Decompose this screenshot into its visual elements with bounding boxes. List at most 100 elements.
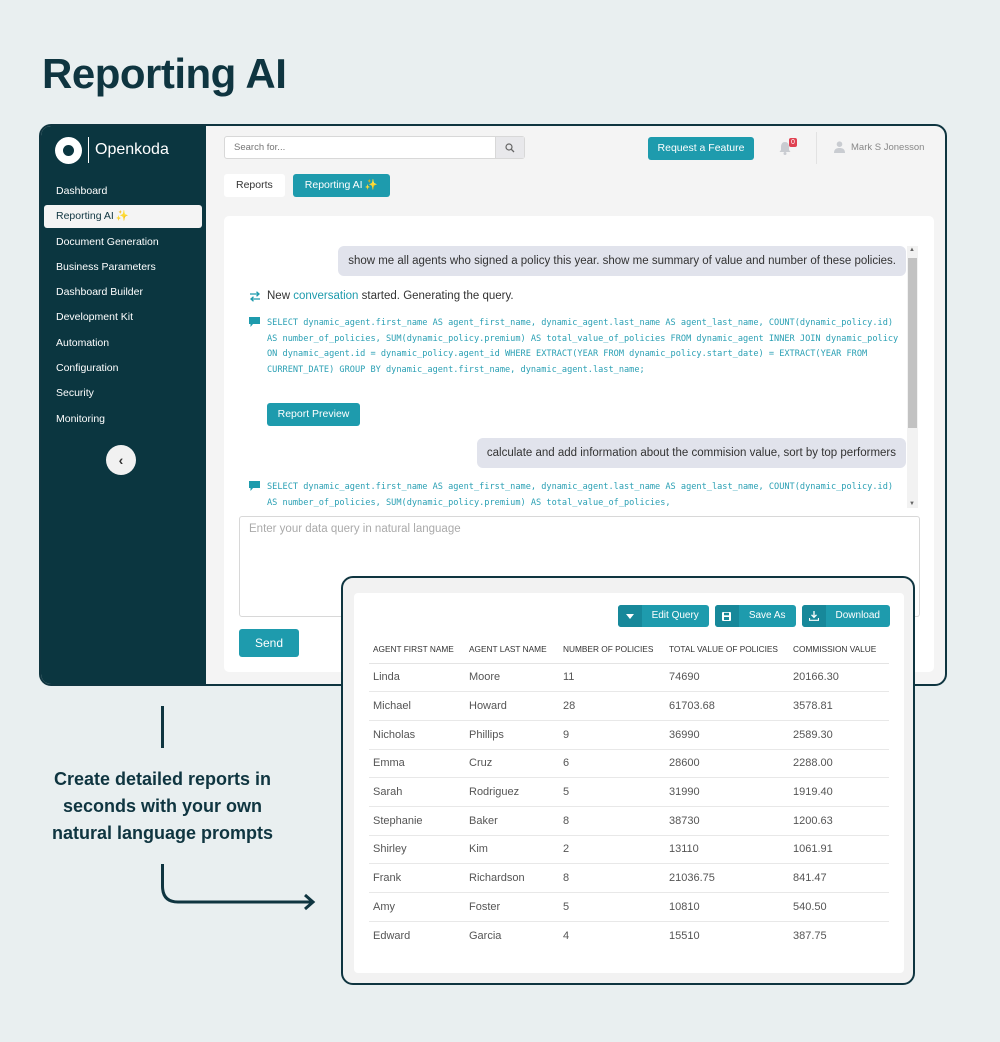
user-name: Mark S Jonesson	[851, 141, 925, 153]
caret-down-icon	[617, 605, 642, 627]
table-cell: 1919.40	[789, 777, 889, 807]
table-cell: 31990	[665, 777, 789, 807]
table-cell: Kim	[465, 835, 559, 865]
search-bar	[224, 136, 525, 159]
table-cell: 61703.68	[665, 691, 789, 721]
search-button[interactable]	[495, 137, 524, 158]
sidebar-item-monitoring[interactable]: Monitoring	[44, 408, 202, 431]
sidebar-nav: Dashboard Reporting AI ✨ Document Generat…	[41, 180, 206, 433]
sidebar-item-label: Development Kit	[56, 311, 134, 324]
sidebar-item-security[interactable]: Security	[44, 382, 202, 405]
column-header[interactable]: COMMISSION VALUE	[789, 635, 889, 664]
system-message: New conversation started. Generating the…	[249, 290, 514, 302]
column-header[interactable]: AGENT FIRST NAME	[369, 635, 465, 664]
table-cell: Rodriguez	[465, 777, 559, 807]
sidebar-item-document-generation[interactable]: Document Generation	[44, 231, 202, 254]
table-row[interactable]: Nicholas Phillips 9 36990 2589.30	[369, 720, 889, 750]
table-cell: Emma	[369, 749, 465, 779]
column-header[interactable]: TOTAL VALUE OF POLICIES	[665, 635, 789, 664]
sidebar-item-business-parameters[interactable]: Business Parameters	[44, 256, 202, 279]
sidebar-item-label: Document Generation	[56, 235, 159, 248]
column-header[interactable]: AGENT LAST NAME	[465, 635, 559, 664]
sidebar-item-dashboard[interactable]: Dashboard	[44, 180, 202, 203]
chat-bubble-icon	[249, 317, 260, 327]
save-as-button[interactable]: Save As	[714, 605, 796, 627]
sidebar-item-label: Dashboard Builder	[56, 286, 143, 299]
connector-line	[161, 706, 164, 748]
download-button[interactable]: Download	[801, 605, 890, 627]
table-cell: Cruz	[465, 749, 559, 779]
table-cell: 74690	[665, 663, 789, 693]
user-menu[interactable]: Mark S Jonesson	[834, 141, 924, 153]
table-row[interactable]: Sarah Rodriguez 5 31990 1919.40	[369, 777, 889, 807]
sidebar-item-label: Dashboard	[56, 185, 108, 197]
sidebar-item-dashboard-builder[interactable]: Dashboard Builder	[44, 281, 202, 304]
table-row[interactable]: Shirley Kim 2 13110 1061.91	[369, 835, 889, 865]
table-cell: Frank	[369, 863, 465, 893]
sidebar: Openkoda Dashboard Reporting AI ✨ Documen…	[41, 126, 206, 684]
arrow-right-icon	[161, 864, 316, 911]
sql-query-text: SELECT dynamic_agent.first_name AS agent…	[267, 318, 899, 375]
sparkle-icon: ✨	[115, 210, 129, 223]
table-cell: Stephanie	[369, 806, 465, 836]
brand-name: Openkoda	[95, 141, 169, 158]
column-header[interactable]: NUMBER OF POLICIES	[559, 635, 665, 664]
table-row[interactable]: Edward Garcia 4 15510 387.75	[369, 921, 889, 950]
sidebar-item-configuration[interactable]: Configuration	[44, 357, 202, 380]
table-cell: 2	[559, 835, 665, 865]
table-cell: 540.50	[789, 892, 889, 922]
user-message: calculate and add information about the …	[476, 438, 906, 468]
table-row[interactable]: Frank Richardson 8 21036.75 841.47	[369, 863, 889, 893]
search-input[interactable]	[225, 137, 495, 158]
download-label: Download	[835, 610, 880, 621]
table-cell: Moore	[465, 663, 559, 693]
table-cell: 1200.63	[789, 806, 889, 836]
send-button[interactable]: Send	[239, 629, 299, 657]
table-cell: 21036.75	[665, 863, 789, 893]
download-icon	[801, 605, 826, 627]
table-row[interactable]: Emma Cruz 6 28600 2288.00	[369, 749, 889, 779]
report-preview-button[interactable]: Report Preview	[267, 403, 360, 426]
chat-bubble-icon	[249, 481, 260, 491]
scroll-up-arrow-icon[interactable]: ▲	[909, 247, 915, 253]
logo[interactable]: Openkoda	[55, 136, 169, 164]
sidebar-item-reporting-ai[interactable]: Reporting AI ✨	[44, 205, 202, 229]
system-message-suffix: started. Generating the query.	[361, 290, 514, 302]
table-row[interactable]: Amy Foster 5 10810 540.50	[369, 892, 889, 922]
table-cell: Michael	[369, 691, 465, 721]
sidebar-item-label: Business Parameters	[56, 260, 156, 273]
table-cell: Sarah	[369, 777, 465, 807]
edit-query-label: Edit Query	[651, 610, 699, 621]
scroll-down-arrow-icon[interactable]: ▼	[909, 501, 915, 507]
conversation-link[interactable]: conversation	[293, 290, 358, 302]
table-cell: Garcia	[469, 929, 502, 942]
collapse-sidebar-button[interactable]: ‹	[106, 445, 136, 475]
table-row[interactable]: Linda Moore 11 74690 20166.30	[369, 663, 889, 693]
tab-label: Reporting AI	[304, 179, 363, 191]
results-table-body: Linda Moore 11 74690 20166.30 Michael Howard 28…	[369, 663, 889, 950]
table-cell: 20166.30	[789, 663, 889, 693]
user-icon	[834, 141, 845, 153]
chat-scrollbar[interactable]: ▲ ▼	[907, 246, 918, 508]
table-cell: Linda	[369, 663, 465, 693]
edit-query-button[interactable]: Edit Query	[617, 605, 709, 627]
table-row[interactable]: Stephanie Baker 8 38730 1200.63	[369, 806, 889, 836]
sidebar-item-label: Monitoring	[56, 412, 106, 425]
request-feature-button[interactable]: Request a Feature	[648, 137, 754, 160]
tab-reporting-ai[interactable]: Reporting AI ✨	[292, 174, 390, 197]
sparkle-icon: ✨	[364, 179, 378, 191]
user-message: show me all agents who signed a policy t…	[338, 246, 906, 276]
table-cell: Edward	[373, 929, 411, 942]
sidebar-item-automation[interactable]: Automation	[44, 332, 202, 355]
sidebar-item-development-kit[interactable]: Development Kit	[44, 306, 202, 329]
table-row[interactable]: Michael Howard 28 61703.68 3578.81	[369, 691, 889, 721]
report-actions: Edit Query Save As Download	[617, 605, 890, 627]
report-result-panel: Edit Query Save As Download AGENT FIRST …	[341, 576, 915, 985]
table-cell: 28	[559, 691, 665, 721]
table-cell: 38730	[665, 806, 789, 836]
feature-caption: Create detailed reports in seconds with …	[51, 769, 274, 843]
scrollbar-thumb[interactable]	[908, 258, 917, 428]
tab-reports[interactable]: Reports	[224, 174, 285, 197]
table-cell: 8	[559, 863, 665, 893]
chat-history: show me all agents who signed a policy t…	[240, 246, 906, 508]
